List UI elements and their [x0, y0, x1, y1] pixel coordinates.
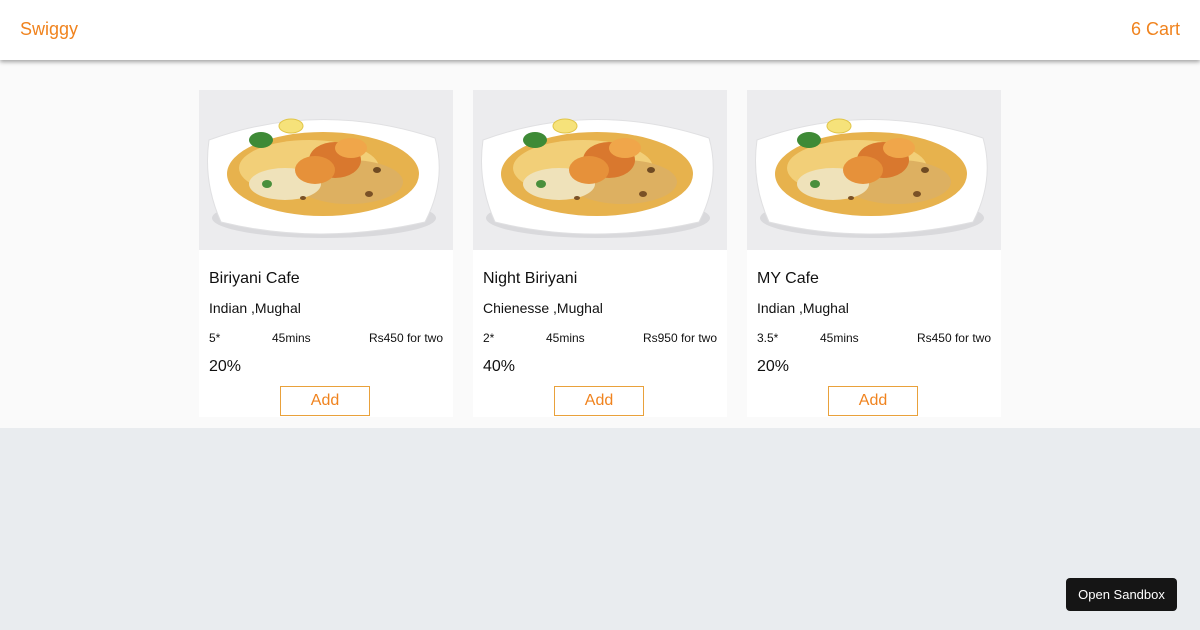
add-button[interactable]: Add [828, 386, 918, 416]
price-for-two: Rs450 for two [916, 331, 991, 345]
restaurant-card[interactable]: Biriyani Cafe Indian ,Mughal 5* 45mins R… [199, 90, 453, 417]
restaurant-cuisine: Chienesse ,Mughal [483, 300, 603, 316]
restaurant-rating: 3.5* [757, 331, 779, 345]
brand-logo-link[interactable]: Swiggy [20, 19, 78, 40]
restaurant-offer: 40% [483, 358, 516, 375]
restaurant-offer: 20% [209, 358, 242, 375]
restaurant-name: Night Biriyani [483, 270, 578, 287]
add-button[interactable]: Add [554, 386, 644, 416]
restaurant-name: Biriyani Cafe [209, 270, 300, 287]
add-button[interactable]: Add [280, 386, 370, 416]
open-sandbox-button[interactable]: Open Sandbox [1066, 578, 1177, 611]
restaurant-name: MY Cafe [757, 270, 819, 287]
restaurant-cuisine: Indian ,Mughal [757, 300, 849, 316]
cart-link[interactable]: 6 Cart [1131, 19, 1180, 40]
top-nav: Swiggy 6 Cart [0, 0, 1200, 60]
restaurant-rating: 5* [209, 331, 221, 345]
restaurant-image [747, 90, 1001, 250]
price-for-two: Rs450 for two [368, 331, 443, 345]
delivery-time: 45mins [546, 331, 585, 345]
restaurant-list: Biriyani Cafe Indian ,Mughal 5* 45mins R… [0, 60, 1200, 428]
price-for-two: Rs950 for two [642, 331, 717, 345]
restaurant-rating: 2* [483, 331, 495, 345]
restaurant-card[interactable]: Night Biriyani Chienesse ,Mughal 2* 45mi… [473, 90, 727, 417]
restaurant-offer: 20% [757, 358, 790, 375]
restaurant-image [199, 90, 453, 250]
restaurant-image [473, 90, 727, 250]
delivery-time: 45mins [820, 331, 859, 345]
restaurant-cuisine: Indian ,Mughal [209, 300, 301, 316]
restaurant-card[interactable]: MY Cafe Indian ,Mughal 3.5* 45mins Rs450… [747, 90, 1001, 417]
delivery-time: 45mins [272, 331, 311, 345]
